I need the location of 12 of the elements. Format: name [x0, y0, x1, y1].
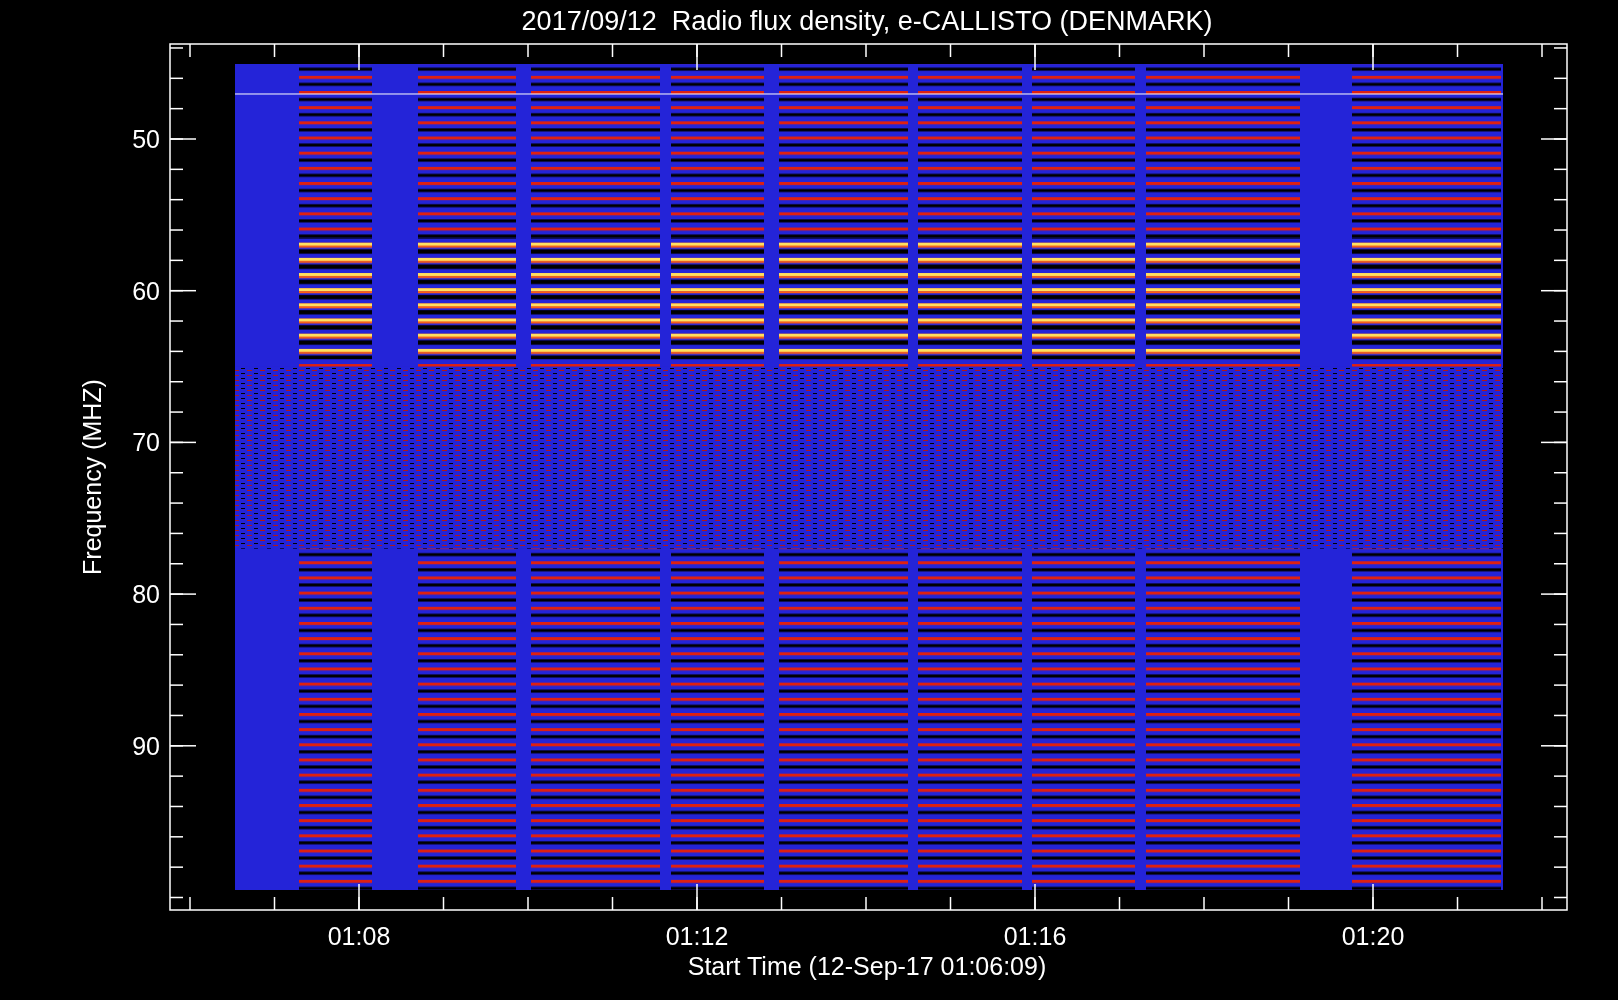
axis-label: Start Time (12-Sep-17 01:06:09) [687, 952, 1047, 980]
tick-label: 90 [132, 731, 160, 760]
tick-label: 01:12 [665, 922, 729, 950]
tick-label: 50 [132, 125, 160, 153]
plot-title: 2017/09/12 Radio flux density, e-CALLISTO (DENMARK) [521, 6, 1213, 36]
tick-label: 01:16 [1003, 922, 1067, 950]
tick-label: 01:08 [327, 922, 391, 950]
tick-label: 70 [132, 428, 160, 457]
tick-label: 80 [132, 580, 160, 609]
axis-label: Frequency (MHZ) [78, 379, 106, 575]
tick-label: 01:20 [1341, 922, 1405, 950]
tick-label: 60 [132, 276, 160, 305]
